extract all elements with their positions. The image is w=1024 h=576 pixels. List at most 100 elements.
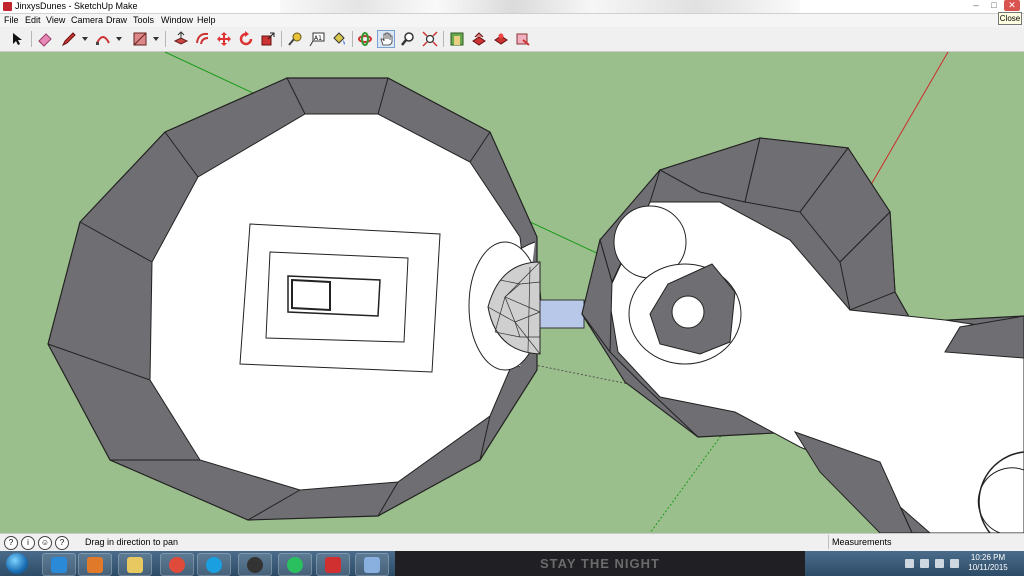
maximize-button[interactable]: □ <box>986 0 1002 11</box>
select-tool-button[interactable] <box>8 30 26 48</box>
rectangle-tool-button[interactable] <box>131 30 149 48</box>
arc-dropdown-arrow[interactable] <box>116 37 122 41</box>
menu-bar: File Edit View Camera Draw Tools Window … <box>0 14 1024 27</box>
taskbar: STAY THE NIGHT 10:26 PM 10/11/2015 <box>0 551 1024 576</box>
paint-bucket-icon <box>333 32 345 45</box>
close-button[interactable]: ✕ <box>1004 0 1020 11</box>
sketchup-icon <box>325 556 341 573</box>
push-pull-tool-button[interactable] <box>172 30 190 48</box>
zoom-tool-button[interactable] <box>399 30 417 48</box>
menu-edit[interactable]: Edit <box>25 14 41 27</box>
offset-tool-button[interactable] <box>194 30 212 48</box>
user-icon[interactable]: ☺ <box>38 536 52 550</box>
layout-icon <box>516 33 530 46</box>
tray-network-icon[interactable] <box>935 559 944 568</box>
scale-icon <box>261 32 275 46</box>
ie-icon <box>51 556 67 573</box>
sketchup-app-icon <box>3 2 12 11</box>
line-dropdown-arrow[interactable] <box>82 37 88 41</box>
menu-tools[interactable]: Tools <box>133 14 154 27</box>
model-viewport[interactable] <box>0 52 1024 533</box>
tray-time: 10:26 PM <box>970 553 1006 562</box>
tray-flag-icon[interactable] <box>920 559 929 568</box>
arc-tool-button[interactable] <box>94 30 112 48</box>
hand-icon <box>380 32 393 46</box>
move-icon <box>217 32 231 46</box>
tape-icon <box>288 32 302 46</box>
status-text: Drag in direction to pan <box>85 537 179 547</box>
rotate-icon <box>239 31 253 46</box>
camera-icon <box>247 556 263 573</box>
menu-window[interactable]: Window <box>161 14 193 27</box>
eraser-icon <box>38 33 52 47</box>
tray-up-arrow-icon[interactable] <box>905 559 914 568</box>
media-icon <box>87 556 103 573</box>
pencil-icon <box>61 32 76 47</box>
toolbar-separator <box>31 31 32 47</box>
push-pull-icon <box>173 31 189 45</box>
status-bar: ? i ☺ ? Drag in direction to pan Measure… <box>0 533 1024 551</box>
move-tool-button[interactable] <box>215 30 233 48</box>
orbit-tool-button[interactable] <box>356 30 374 48</box>
skype-icon <box>206 556 222 573</box>
minimize-button[interactable]: – <box>968 0 984 11</box>
tray-clock[interactable]: 10:26 PM 10/11/2015 <box>964 553 1012 573</box>
taskbar-skype[interactable] <box>197 553 231 576</box>
rectangle-dropdown-arrow[interactable] <box>153 37 159 41</box>
taskbar-camera[interactable] <box>238 553 272 576</box>
taskbar-band-text: STAY THE NIGHT <box>395 551 805 576</box>
share-model-button[interactable] <box>470 30 488 48</box>
send-to-layout-button[interactable] <box>514 30 532 48</box>
extension-icon <box>494 33 508 45</box>
tray-volume-icon[interactable] <box>950 559 959 568</box>
credits-icon[interactable]: i <box>21 536 35 550</box>
title-bar-background-strip <box>280 0 800 13</box>
zoom-extents-icon <box>422 31 438 47</box>
pan-tool-button[interactable] <box>377 30 395 48</box>
orbit-icon <box>358 32 372 46</box>
share-icon <box>472 32 486 46</box>
text-tool-button[interactable]: A1 <box>308 30 326 48</box>
menu-view[interactable]: View <box>46 14 65 27</box>
taskbar-paint[interactable] <box>355 553 389 576</box>
taskbar-chrome[interactable] <box>160 553 194 576</box>
zoom-extents-tool-button[interactable] <box>421 30 439 48</box>
toolbar-separator <box>352 31 353 47</box>
eraser-tool-button[interactable] <box>36 30 54 48</box>
svg-text:A1: A1 <box>314 35 322 42</box>
arc-icon <box>96 36 110 45</box>
extension-warehouse-button[interactable] <box>492 30 510 48</box>
taskbar-explorer[interactable] <box>118 553 152 576</box>
connecting-bar <box>539 299 585 329</box>
taskbar-sketchup[interactable] <box>316 553 350 576</box>
help-icon[interactable]: ? <box>55 536 69 550</box>
close-tooltip: Close <box>998 12 1022 25</box>
paint-bucket-tool-button[interactable] <box>330 30 348 48</box>
rotate-tool-button[interactable] <box>237 30 255 48</box>
chrome-icon <box>169 556 185 573</box>
right-hole-pin <box>671 295 705 329</box>
model-canvas[interactable] <box>0 52 1024 533</box>
3d-warehouse-button[interactable] <box>448 30 466 48</box>
menu-help[interactable]: Help <box>197 14 216 27</box>
scale-tool-button[interactable] <box>259 30 277 48</box>
spotify-icon <box>287 556 303 573</box>
folder-icon <box>127 556 143 573</box>
menu-camera[interactable]: Camera <box>71 14 103 27</box>
menu-draw[interactable]: Draw <box>106 14 127 27</box>
title-bar: JinxysDunes - SketchUp Make – □ ✕ <box>0 0 1024 14</box>
tray-date: 10/11/2015 <box>968 563 1008 572</box>
warehouse-icon <box>450 32 464 46</box>
geo-location-icon[interactable]: ? <box>4 536 18 550</box>
taskbar-media[interactable] <box>78 553 112 576</box>
arrow-icon <box>13 33 22 45</box>
start-button[interactable] <box>6 553 28 574</box>
paint-icon <box>364 556 380 573</box>
menu-file[interactable]: File <box>4 14 19 27</box>
taskbar-spotify[interactable] <box>278 553 312 576</box>
taskbar-ie[interactable] <box>42 553 76 576</box>
text-icon: A1 <box>309 32 325 47</box>
rectangle-icon <box>133 32 147 46</box>
line-tool-button[interactable] <box>60 30 78 48</box>
tape-measure-tool-button[interactable] <box>286 30 304 48</box>
